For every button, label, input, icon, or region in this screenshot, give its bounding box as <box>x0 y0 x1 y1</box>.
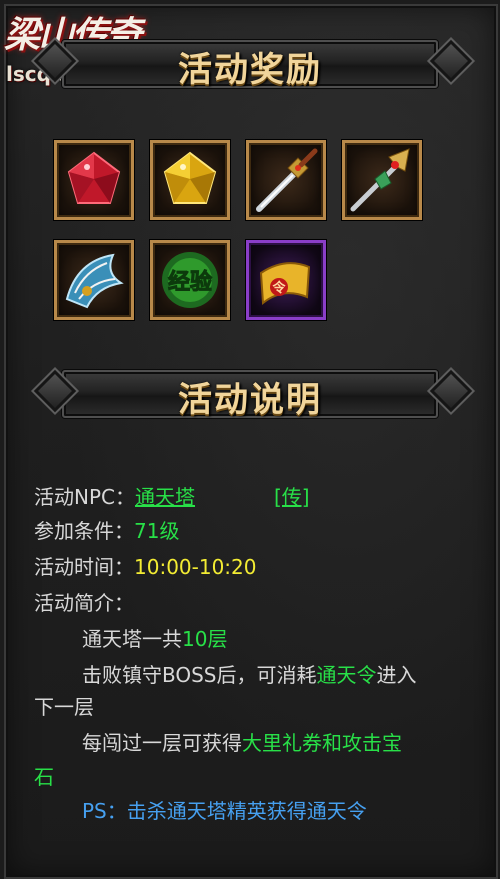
reward-slot-experience[interactable]: 经验 <box>150 240 230 320</box>
reward-grid: 经验 令 <box>54 140 434 330</box>
intro-line-5: 石 <box>34 760 54 794</box>
red-gem-icon <box>67 151 121 204</box>
rewards-title: 活动奖励 <box>178 50 322 90</box>
floor-count: 10层 <box>182 627 228 651</box>
condition-label: 参加条件： <box>34 519 134 543</box>
intro-text: 通天塔一共 <box>82 627 182 651</box>
reward-text: 石 <box>34 765 54 789</box>
reward-slot-sword[interactable] <box>246 140 326 220</box>
ps-line: PS：击杀通天塔精英获得通天令 <box>82 794 367 828</box>
rewards-banner: 活动奖励 <box>22 28 478 96</box>
condition-value: 71级 <box>134 519 180 543</box>
time-value: 10:00-10:20 <box>134 555 257 579</box>
reward-slot-phoenix-fan[interactable] <box>54 240 134 320</box>
teleport-link[interactable]: [传] <box>274 485 310 509</box>
npc-transport-row: [传] <box>274 480 310 514</box>
intro-line-2: 击败镇守BOSS后，可消耗通天令进入 <box>82 658 417 692</box>
ps-note: PS：击杀通天塔精英获得通天令 <box>82 799 367 823</box>
reward-slot-red-gem[interactable] <box>54 140 134 220</box>
yellow-gem-icon <box>163 151 217 204</box>
scroll-token-label: 令 <box>272 280 286 296</box>
intro-row: 活动简介： <box>34 586 134 620</box>
npc-name-link[interactable]: 通天塔 <box>135 485 195 509</box>
experience-orb-icon: 经验 <box>162 252 218 308</box>
intro-line-4: 每闯过一层可获得大里礼券和攻击宝 <box>82 726 402 760</box>
halberd-icon <box>350 148 410 212</box>
time-row: 活动时间：10:00-10:20 <box>34 550 257 584</box>
intro-text: 进入 <box>376 663 417 687</box>
reward-slot-scroll[interactable]: 令 <box>246 240 326 320</box>
time-label: 活动时间： <box>34 555 134 579</box>
reward-slot-yellow-gem[interactable] <box>150 140 230 220</box>
intro-line-3: 下一层 <box>34 690 94 724</box>
npc-label: 活动NPC： <box>34 485 135 509</box>
intro-line-1: 通天塔一共10层 <box>82 622 227 656</box>
scroll-token-icon: 令 <box>259 262 311 305</box>
reward-slot-halberd[interactable] <box>342 140 422 220</box>
intro-text: 下一层 <box>34 695 94 719</box>
npc-row: 活动NPC：通天塔 <box>34 480 195 514</box>
description-title: 活动说明 <box>178 380 322 420</box>
sword-icon <box>256 148 318 212</box>
intro-text: 击败镇守BOSS后，可消耗 <box>82 663 317 687</box>
phoenix-fan-icon <box>65 253 124 309</box>
intro-text: 每闯过一层可获得 <box>82 731 242 755</box>
intro-label: 活动简介： <box>34 591 134 615</box>
condition-row: 参加条件：71级 <box>34 514 179 548</box>
token-name: 通天令 <box>316 663 377 687</box>
experience-label: 经验 <box>168 269 212 295</box>
description-banner: 活动说明 <box>22 358 478 426</box>
reward-text: 大里礼券和攻击宝 <box>242 731 402 755</box>
